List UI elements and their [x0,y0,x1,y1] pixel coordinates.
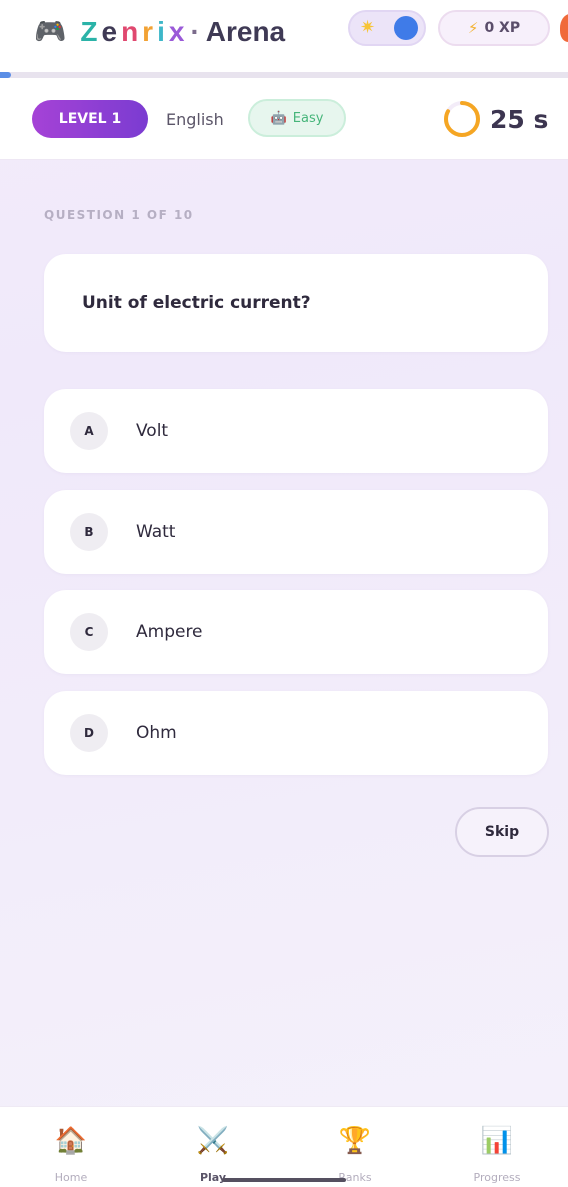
timer-value: 25 s [490,104,549,134]
brand-letter: n [121,16,143,47]
toggle-knob [394,16,418,40]
brand-letter: Z [80,16,102,47]
quiz-screen: 🎮 Z e n r i x · Arena ✷ ⚡ 0 XP LEVEL 1 E… [0,0,568,1187]
option-text: Ohm [136,723,177,743]
home-indicator [222,1178,346,1182]
option-letter: C [70,613,108,651]
home-icon: 🏠 [54,1126,88,1156]
brand: 🎮 Z e n r i x · Arena [34,14,285,50]
question-card: Unit of electric current? [44,254,548,352]
nav-home[interactable]: 🏠 Home [11,1107,131,1187]
nav-label: Progress [473,1171,521,1184]
question-counter: QUESTION 1 OF 10 [44,208,194,222]
timer-ring-icon [444,101,480,137]
nav-label: Home [54,1171,88,1184]
difficulty-badge: 🤖 Easy [248,99,346,137]
option-text: Ampere [136,622,203,642]
question-text: Unit of electric current? [82,293,311,313]
language-label: English [166,110,224,129]
bottom-nav: 🏠 Home ⚔️ Play 🏆 Ranks 📊 Progress [0,1106,568,1187]
option-letter: A [70,412,108,450]
nav-progress[interactable]: 📊 Progress [437,1107,557,1187]
swords-icon: ⚔️ [196,1126,230,1156]
difficulty-label: Easy [292,110,324,126]
bolt-icon: ⚡ [467,19,479,37]
trophy-icon: 🏆 [338,1126,372,1156]
timer: 25 s [442,98,548,140]
brand-letter: x [168,16,189,47]
brand-letter: i [157,16,169,47]
brand-suffix: Arena [205,16,286,47]
option-text: Volt [136,421,169,441]
level-badge: LEVEL 1 [32,100,148,138]
answer-option-b[interactable]: B Watt [44,490,548,574]
option-letter: D [70,714,108,752]
robot-icon: 🤖 [270,110,287,126]
skip-button[interactable]: Skip [455,807,549,857]
app-header: 🎮 Z e n r i x · Arena ✷ ⚡ 0 XP [0,0,568,72]
brand-separator: · [190,16,200,47]
sun-icon: ✷ [360,17,376,38]
theme-toggle[interactable]: ✷ [348,10,426,46]
flame-icon [560,14,568,42]
brand-name: Z e n r i x · Arena [80,16,285,48]
quiz-info-bar: LEVEL 1 English 🤖 Easy 25 s [0,78,568,160]
brand-letter: r [142,16,158,47]
xp-label: 0 XP [484,20,521,36]
answer-option-a[interactable]: A Volt [44,389,548,473]
brand-letter: e [101,16,122,47]
answer-option-c[interactable]: C Ampere [44,590,548,674]
nav-ranks[interactable]: 🏆 Ranks [295,1107,415,1187]
nav-play[interactable]: ⚔️ Play [153,1107,273,1187]
gamepad-icon: 🎮 [34,17,67,47]
option-text: Watt [136,522,176,542]
answer-option-d[interactable]: D Ohm [44,691,548,775]
xp-badge: ⚡ 0 XP [438,10,550,46]
chart-icon: 📊 [480,1126,514,1156]
option-letter: B [70,513,108,551]
